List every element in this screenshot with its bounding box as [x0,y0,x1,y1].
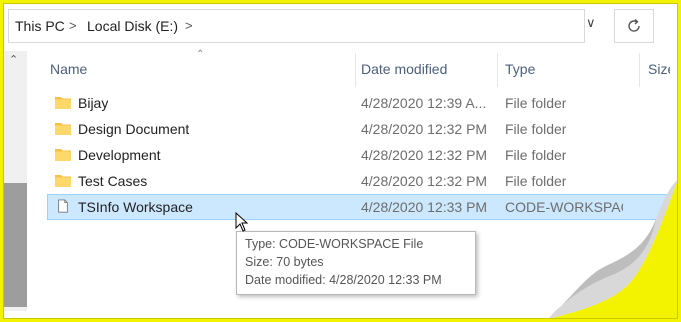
file-name: Test Cases [78,173,148,189]
chevron-down-icon[interactable]: ∨ [586,15,606,35]
breadcrumb-local-disk[interactable]: Local Disk (E:) [87,18,178,34]
file-type: File folder [505,95,567,111]
folder-icon [55,123,71,135]
mouse-cursor-icon [235,212,249,232]
file-date: 4/28/2020 12:39 A... [361,95,487,111]
scrollbar-thumb[interactable] [3,183,27,307]
tooltip-date-modified: Date modified: 4/28/2020 12:33 PM [245,273,442,287]
tooltip-type: Type: CODE-WORKSPACE File [245,237,424,251]
file-date: 4/28/2020 12:32 PM [361,173,488,189]
file-name: Design Document [78,121,190,137]
file-type: File folder [505,147,567,163]
column-divider[interactable] [355,53,356,87]
list-item[interactable]: Development 4/28/2020 12:32 PM File fold… [47,142,667,168]
list-item[interactable]: Bijay 4/28/2020 12:39 A... File folder [47,90,667,116]
file-date: 4/28/2020 12:32 PM [361,121,488,137]
file-date: 4/28/2020 12:32 PM [361,147,488,163]
column-header-name[interactable]: Name [50,61,87,77]
tooltip-size: Size: 70 bytes [245,255,324,269]
folder-icon [55,97,71,109]
file-name: TSInfo Workspace [78,199,193,215]
column-header-size[interactable]: Size [648,61,670,77]
breadcrumb-separator[interactable]: > [69,18,77,33]
breadcrumb-this-pc[interactable]: This PC [15,18,65,34]
folder-icon [55,175,71,187]
refresh-icon [628,18,640,32]
list-item[interactable]: Design Document 4/28/2020 12:32 PM File … [47,116,667,142]
scroll-up-icon[interactable]: ⌃ [9,53,18,66]
file-tooltip: Type: CODE-WORKSPACE File Size: 70 bytes… [236,231,476,295]
column-header-type[interactable]: Type [505,61,535,77]
address-bar[interactable]: This PC > Local Disk (E:) > [8,9,585,43]
sort-caret-icon: ⌃ [196,49,205,60]
column-divider[interactable] [639,53,640,87]
refresh-button[interactable] [614,9,654,43]
folder-icon [55,149,71,161]
page-curl-decoration [548,179,678,319]
file-icon [58,199,68,213]
file-name: Development [78,147,161,163]
column-header-date-modified[interactable]: Date modified [361,61,447,77]
breadcrumb-separator[interactable]: > [185,18,193,33]
file-name: Bijay [78,95,109,111]
explorer-window: This PC > Local Disk (E:) > ∨ ⌃ ⌃ Name D… [3,3,678,319]
column-divider[interactable] [497,53,498,87]
file-type: File folder [505,121,567,137]
file-date: 4/28/2020 12:33 PM [361,199,488,215]
